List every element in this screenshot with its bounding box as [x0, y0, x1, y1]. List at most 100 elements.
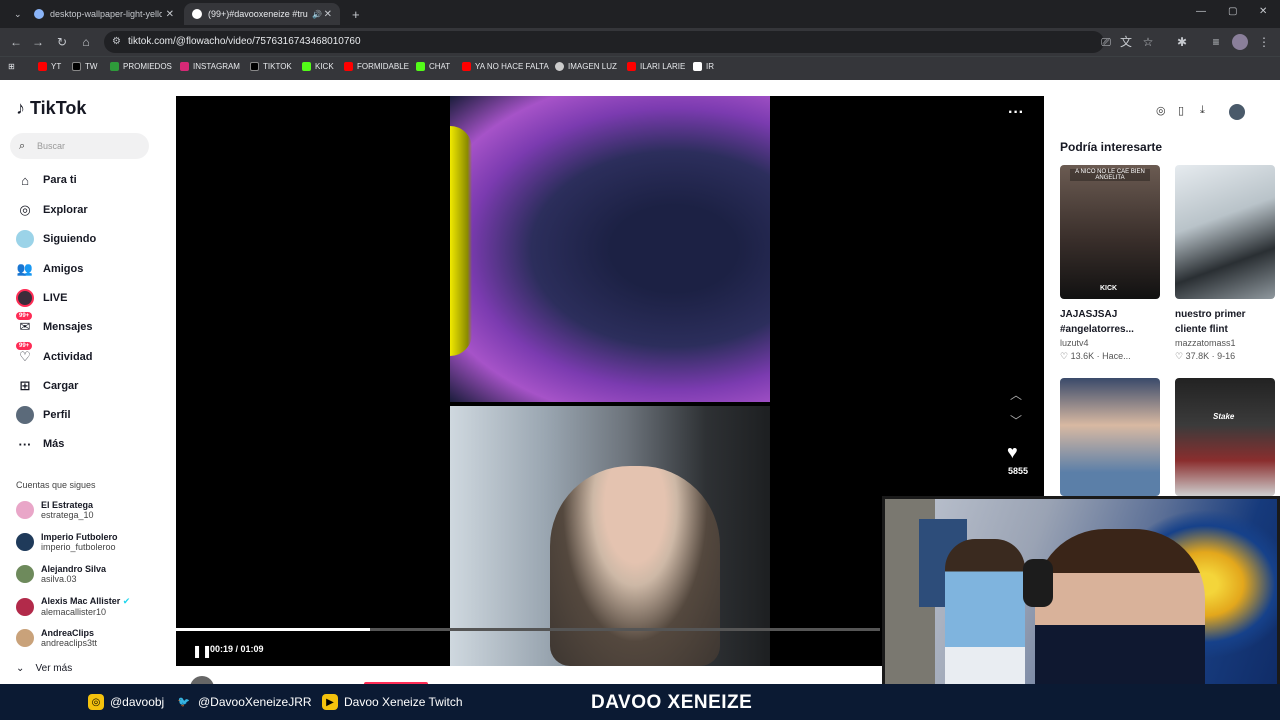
bookmark-chat[interactable]: CHAT: [416, 62, 450, 71]
back-icon[interactable]: ←: [8, 34, 24, 50]
bookmark-formidable[interactable]: FORMIDABLE: [344, 62, 409, 71]
followed-account[interactable]: AndreaClips andreaclips3tt: [16, 628, 97, 648]
bookmark-tiktok[interactable]: TIKTOK: [250, 62, 292, 71]
recommend-card[interactable]: nuestro primer cliente flint mazzatomass…: [1175, 165, 1275, 362]
bookmark-instagram[interactable]: INSTAGRAM: [180, 62, 240, 71]
nav-label: Actividad: [43, 351, 93, 363]
bookmark-ir[interactable]: IR: [693, 62, 714, 71]
video-frame[interactable]: [450, 96, 770, 666]
account-name: El Estratega: [41, 500, 94, 510]
tab-wallpaper[interactable]: desktop-wallpaper-light-yellow ✕: [26, 3, 182, 25]
followed-account[interactable]: El Estratega estratega_10: [16, 500, 94, 520]
video-author-row: [176, 666, 882, 700]
promiedos-icon: [110, 62, 119, 71]
bookmark-star-icon[interactable]: ☆: [1140, 34, 1156, 50]
nav-siguiendo[interactable]: Siguiendo: [16, 227, 96, 251]
nav-perfil[interactable]: Perfil: [16, 403, 71, 427]
video-time: 00:19 / 01:09: [210, 644, 264, 654]
tab-label: (99+)#davooxeneize #truen: [208, 9, 308, 19]
card-title: JAJASJSAJ #angelatorres...: [1060, 309, 1134, 335]
account-handle: asilva.03: [41, 574, 77, 584]
video-facecam-scene: [450, 406, 770, 666]
chevron-down-icon: ⌄: [16, 663, 25, 674]
sidebar: ♪ TikTok ⌕ Buscar ⌂ Para ti ◎ Explorar Sig…: [0, 80, 170, 684]
card-age: Hace...: [1102, 351, 1131, 361]
recommend-card[interactable]: Stake: [1175, 378, 1275, 496]
bookmark-yt[interactable]: YT: [38, 62, 61, 71]
minimize-icon[interactable]: —: [1196, 6, 1206, 17]
browser-toolbar: ← → ↻ ⌂ ⚙ tiktok.com/@flowacho/video/757…: [0, 28, 1280, 56]
live-avatar-icon: [16, 289, 34, 307]
bookmark-promiedos[interactable]: PROMIEDOS: [110, 62, 172, 71]
recommend-card[interactable]: A NICO NO LE CAE BIEN ANGELITA KICK JAJA…: [1060, 165, 1160, 362]
translate-icon[interactable]: 文: [1118, 34, 1134, 50]
speaker-icon[interactable]: 🔊: [312, 10, 322, 19]
bookmark-ilari-larie[interactable]: ILARI LARIE: [627, 62, 685, 71]
reload-icon[interactable]: ↻: [54, 34, 70, 50]
site-info-icon[interactable]: ⚙: [112, 31, 121, 53]
new-tab-button[interactable]: +: [344, 3, 362, 25]
user-avatar[interactable]: [1229, 104, 1245, 120]
followed-account[interactable]: Alejandro Silva asilva.03: [16, 564, 106, 584]
extensions-icon[interactable]: ✱: [1174, 34, 1190, 50]
nav-mensajes[interactable]: ✉ 99+ Mensajes: [16, 312, 93, 339]
youtube-icon: [344, 62, 353, 71]
nav-explorar[interactable]: ◎ Explorar: [16, 198, 87, 222]
tab-tiktok[interactable]: (99+)#davooxeneize #truen 🔊 ✕: [184, 3, 340, 25]
bookmark-ya-no-hace-falta[interactable]: YA NO HACE FALTA: [462, 62, 549, 71]
nav-live[interactable]: LIVE: [16, 286, 67, 310]
search-input[interactable]: ⌕ Buscar: [10, 133, 149, 159]
account-handle: alemacallister10: [41, 607, 107, 617]
nav-para-ti[interactable]: ⌂ Para ti: [16, 168, 77, 192]
bookmark-label: TW: [85, 62, 98, 71]
profile-avatar[interactable]: [1232, 34, 1248, 50]
search-placeholder: Buscar: [37, 141, 66, 151]
bookmark-label: IR: [706, 62, 714, 71]
window-close-icon[interactable]: ✕: [1259, 6, 1267, 17]
bookmark-kick[interactable]: KICK: [302, 62, 334, 71]
followed-account[interactable]: Imperio Futbolero imperio_futboleroo: [16, 532, 118, 552]
nav-label: Para ti: [43, 174, 77, 186]
tiktok-logo[interactable]: ♪ TikTok: [16, 98, 86, 119]
recommend-card[interactable]: [1060, 378, 1160, 496]
chevron-up-icon[interactable]: ︿: [1010, 386, 1022, 403]
media-icon[interactable]: ≡: [1208, 34, 1224, 50]
bookmark-imagen-luz[interactable]: IMAGEN LUZ: [555, 62, 617, 71]
bookmark-label: TIKTOK: [263, 62, 292, 71]
apps-icon[interactable]: ⊞: [8, 62, 15, 71]
account-handle: imperio_futboleroo: [41, 542, 116, 552]
browser-chrome: ⌄ desktop-wallpaper-light-yellow ✕ (99+)…: [0, 0, 1280, 80]
home-icon[interactable]: ⌂: [78, 34, 94, 50]
bookmark-label: YT: [51, 62, 62, 71]
avatar: [16, 565, 34, 583]
maximize-icon[interactable]: ▢: [1228, 6, 1237, 17]
like-heart-icon[interactable]: ♥: [1007, 442, 1018, 463]
footer-twitter: 🐦 @DavooXeneizeJRR: [176, 694, 312, 710]
more-options-icon[interactable]: ···: [1008, 104, 1024, 122]
followed-account[interactable]: Alexis Mac Allister ✔ alemacallister10: [16, 596, 130, 617]
see-more-button[interactable]: ⌄ Ver más: [16, 663, 72, 674]
install-icon[interactable]: ⎚: [1098, 34, 1114, 50]
url-text: tiktok.com/@flowacho/video/7576316743468…: [128, 36, 361, 47]
close-icon[interactable]: ✕: [166, 9, 174, 20]
address-bar[interactable]: ⚙ tiktok.com/@flowacho/video/75763167434…: [104, 31, 1104, 53]
stake-logo: Stake: [1213, 412, 1235, 421]
kick-icon: [302, 62, 311, 71]
compass-icon[interactable]: ◎: [1156, 104, 1166, 117]
nav-label: Perfil: [43, 409, 71, 421]
menu-icon[interactable]: ⋮: [1256, 34, 1272, 50]
close-icon[interactable]: ✕: [324, 9, 332, 20]
phone-icon[interactable]: ▯: [1178, 104, 1184, 117]
card-age: 9-16: [1217, 351, 1236, 361]
forward-icon[interactable]: →: [30, 34, 46, 50]
chevron-down-icon[interactable]: ﹀: [1010, 412, 1022, 429]
bookmark-tw[interactable]: TW: [72, 62, 97, 71]
like-count: 5855: [1007, 466, 1029, 476]
nav-cargar[interactable]: ⊞ Cargar: [16, 374, 79, 398]
friends-icon: 👥: [16, 261, 34, 276]
nav-actividad[interactable]: ♡ 99+ Actividad: [16, 342, 93, 369]
nav-amigos[interactable]: 👥 Amigos: [16, 257, 83, 281]
tab-list-button[interactable]: ⌄: [6, 3, 24, 25]
nav-mas[interactable]: ··· Más: [16, 432, 65, 456]
download-icon[interactable]: ⤓: [1200, 104, 1205, 117]
